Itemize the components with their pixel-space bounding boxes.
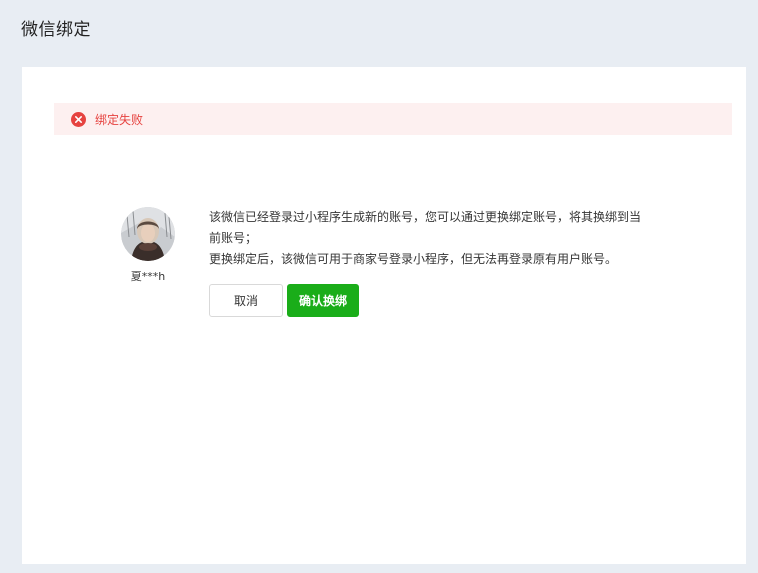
close-circle-icon <box>71 111 86 127</box>
alert-text: 绑定失败 <box>95 112 144 127</box>
message-line-1: 该微信已经登录过小程序生成新的账号，您可以通过更换绑定账号，将其换绑到当前账号； <box>209 210 642 245</box>
action-buttons: 取消 确认换绑 <box>209 284 359 317</box>
user-nickname: 夏***h <box>130 270 166 283</box>
user-profile: 夏***h <box>118 207 178 284</box>
error-alert: 绑定失败 <box>54 103 732 135</box>
page-title: 微信绑定 <box>21 20 91 40</box>
rebind-message: 该微信已经登录过小程序生成新的账号，您可以通过更换绑定账号，将其换绑到当前账号；… <box>209 207 649 270</box>
avatar <box>121 207 175 261</box>
main-card: 绑定失败 夏***h 该微信已经登录过小程序生成新的账号，您可以通过更换绑定账号… <box>22 67 746 564</box>
message-line-2: 更换绑定后，该微信可用于商家号登录小程序，但无法再登录原有用户账号。 <box>209 252 618 266</box>
confirm-rebind-button[interactable]: 确认换绑 <box>287 284 359 317</box>
cancel-button[interactable]: 取消 <box>209 284 283 317</box>
